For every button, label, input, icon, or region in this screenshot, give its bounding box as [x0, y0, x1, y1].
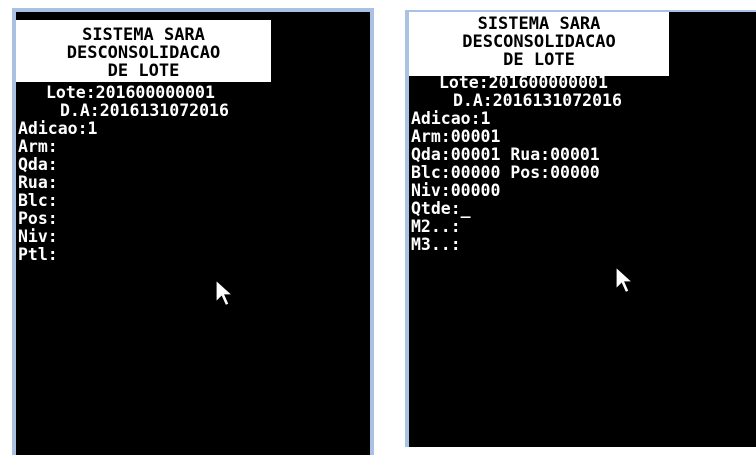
terminal-screen-left: SISTEMA SARA DESCONSOLIDACAO DE LOTE Lot… — [12, 8, 374, 455]
field-qtde-input[interactable]: Qtde:_ — [411, 200, 622, 218]
title-box: SISTEMA SARA DESCONSOLIDACAO DE LOTE — [16, 20, 271, 82]
title-line-system: SISTEMA SARA — [477, 14, 601, 34]
terminal-screen-right: SISTEMA SARA DESCONSOLIDACAO DE LOTE Lot… — [405, 10, 756, 447]
field-arm[interactable]: Arm: — [18, 138, 229, 156]
terminal-lines: Lote:201600000001 D.A:2016131072016 Adic… — [18, 84, 229, 264]
field-adicao: Adicao:1 — [411, 109, 491, 128]
field-rua[interactable]: Rua: — [18, 174, 229, 192]
field-m2[interactable]: M2..: — [411, 218, 622, 236]
field-blc[interactable]: Blc: — [18, 192, 229, 210]
mouse-pointer-icon — [215, 278, 235, 307]
title-line-lot: DE LOTE — [503, 50, 575, 70]
title-line-system: SISTEMA SARA — [82, 25, 205, 45]
terminal-lines: Lote:201600000001 D.A:2016131072016 Adic… — [411, 74, 622, 254]
title-line-deconsolidation: DESCONSOLIDACAO — [462, 32, 616, 52]
title-box: SISTEMA SARA DESCONSOLIDACAO DE LOTE — [409, 12, 669, 76]
field-adicao: Adicao:1 — [18, 119, 98, 138]
field-niv[interactable]: Niv: — [18, 228, 229, 246]
field-blc-pos[interactable]: Blc:00000 Pos:00000 — [411, 164, 622, 182]
field-qda-rua[interactable]: Qda:00001 Rua:00001 — [411, 146, 622, 164]
da-line: D.A:2016131072016 — [453, 91, 622, 110]
title-line-lot: DE LOTE — [107, 61, 180, 81]
da-line: D.A:2016131072016 — [60, 101, 229, 120]
field-niv[interactable]: Niv:00000 — [411, 182, 622, 200]
lot-line: Lote:201600000001 — [46, 83, 215, 102]
lot-line: Lote:201600000001 — [439, 73, 608, 92]
field-qda[interactable]: Qda: — [18, 156, 229, 174]
mouse-pointer-icon — [615, 265, 635, 294]
field-ptl[interactable]: Ptl: — [18, 246, 229, 264]
field-arm[interactable]: Arm:00001 — [411, 128, 622, 146]
field-m3[interactable]: M3..: — [411, 236, 622, 254]
field-pos[interactable]: Pos: — [18, 210, 229, 228]
title-line-deconsolidation: DESCONSOLIDACAO — [66, 43, 221, 63]
